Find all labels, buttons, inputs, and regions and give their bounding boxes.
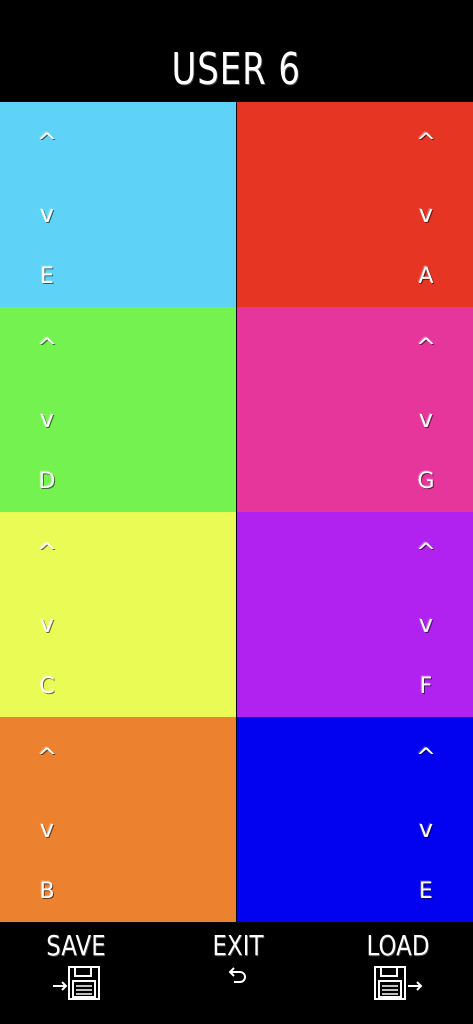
note-label: E [40,264,54,289]
note-label: C [39,674,55,699]
load-label: LOAD [366,929,430,962]
down-arrow-button[interactable]: v [27,612,67,636]
save-button[interactable]: SAVE [36,932,116,1002]
cell-left-3: ^ v C [0,512,236,717]
down-arrow-button[interactable]: v [406,202,446,226]
cell-right-3: ^ v F [237,512,473,717]
down-arrow-button[interactable]: v [27,817,67,841]
down-arrow-button[interactable]: v [406,817,446,841]
up-arrow-button[interactable]: ^ [27,130,67,154]
footer-toolbar: SAVE EXIT LOAD [0,922,473,1024]
note-label: D [38,469,56,494]
string-grid: ^ v E ^ v A ^ v D ^ v G ^ v C ^ v F ^ v … [0,102,473,922]
cell-right-2: ^ v G [237,307,473,512]
note-label: A [418,264,434,289]
note-label: B [39,879,55,904]
header: USER 6 [0,0,473,102]
down-arrow-button[interactable]: v [406,612,446,636]
note-label: G [417,469,435,494]
down-arrow-button[interactable]: v [406,407,446,431]
cell-left-1: ^ v E [0,102,236,307]
up-arrow-button[interactable]: ^ [406,335,446,359]
down-arrow-button[interactable]: v [27,202,67,226]
exit-button[interactable]: EXIT [198,932,278,984]
cell-left-2: ^ v D [0,307,236,512]
return-arrow-icon [228,967,246,983]
note-label: E [419,879,433,904]
save-label: SAVE [46,929,106,962]
up-arrow-button[interactable]: ^ [406,745,446,769]
save-floppy-icon [53,966,100,1000]
cell-right-4: ^ v E [237,717,473,922]
up-arrow-button[interactable]: ^ [27,335,67,359]
up-arrow-button[interactable]: ^ [27,540,67,564]
up-arrow-button[interactable]: ^ [27,745,67,769]
page-title: USER 6 [171,44,302,95]
cell-left-4: ^ v B [0,717,236,922]
exit-label: EXIT [212,929,264,962]
note-label: F [419,674,433,699]
down-arrow-button[interactable]: v [27,407,67,431]
cell-right-1: ^ v A [237,102,473,307]
up-arrow-button[interactable]: ^ [406,540,446,564]
load-button[interactable]: LOAD [356,932,440,1002]
up-arrow-button[interactable]: ^ [406,130,446,154]
load-floppy-icon [374,966,423,1000]
